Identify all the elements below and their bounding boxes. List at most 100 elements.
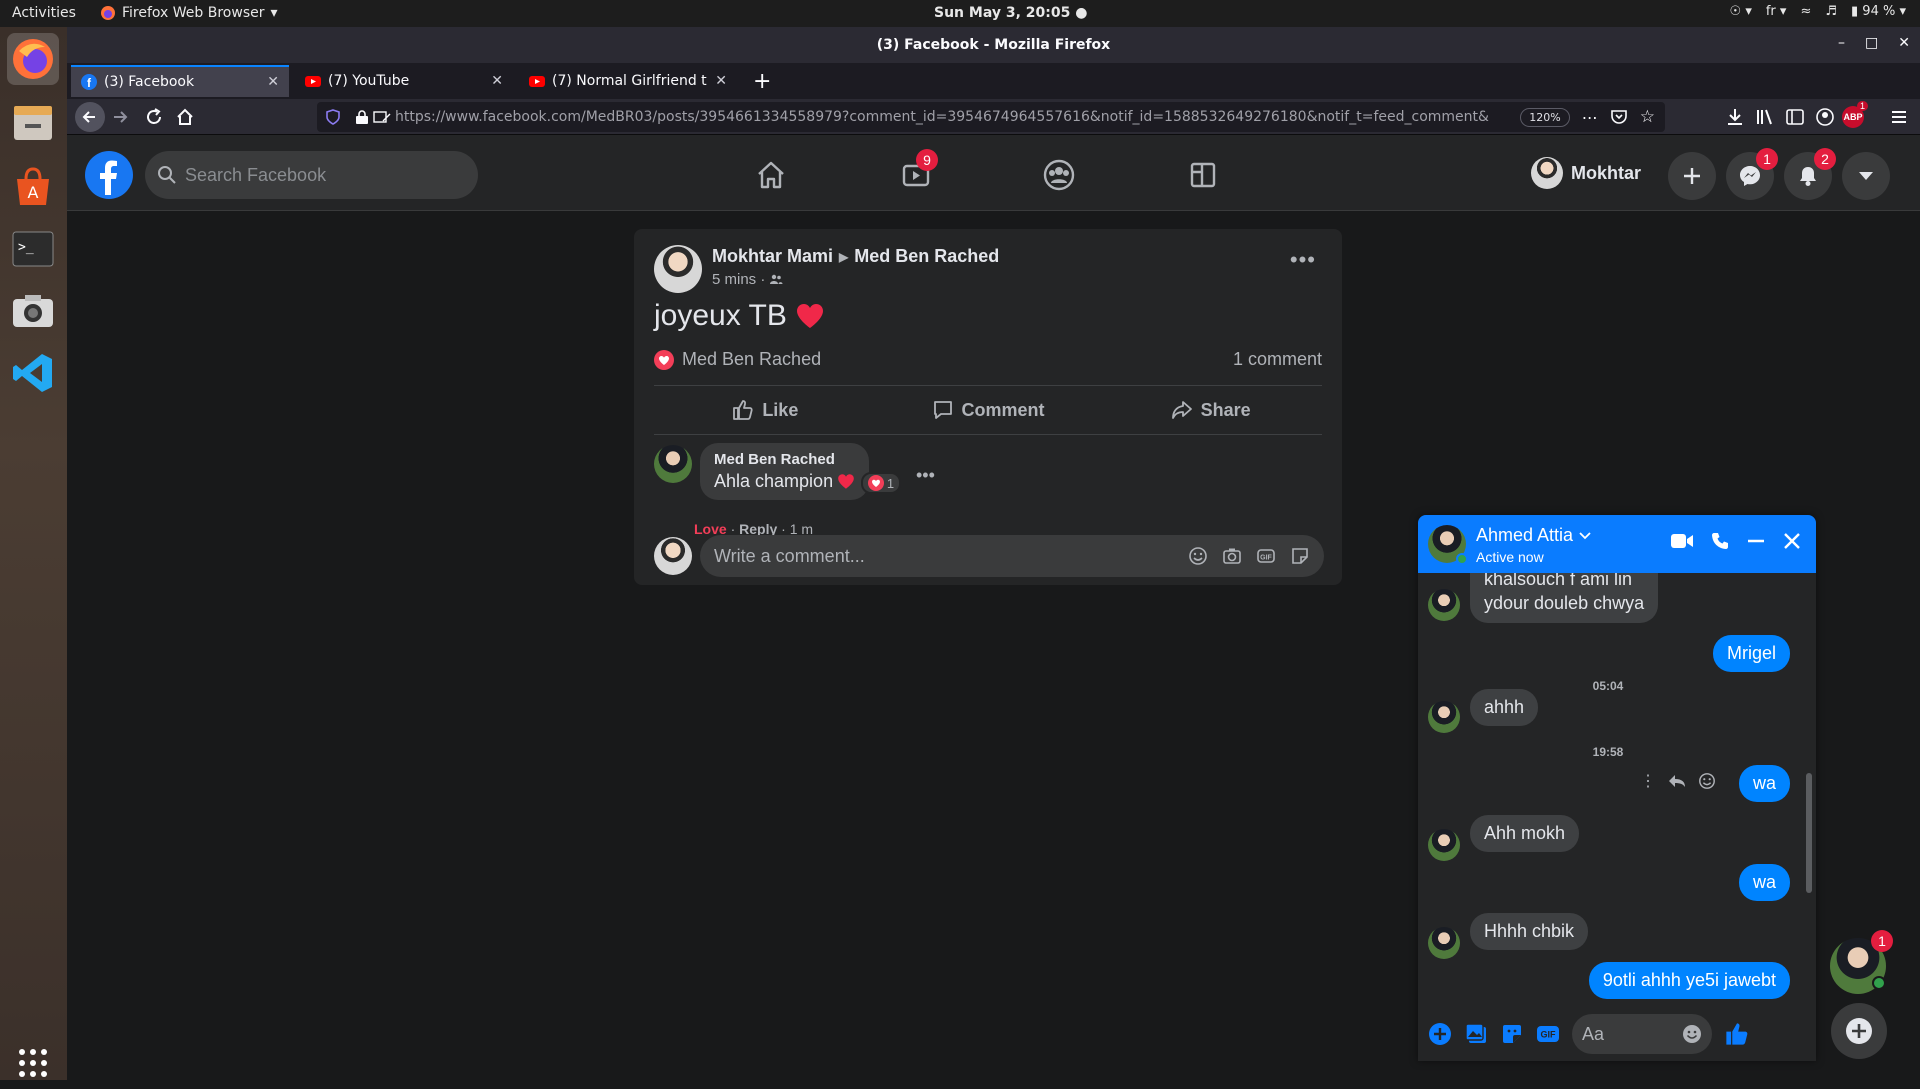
close-chat-icon[interactable] — [1782, 531, 1802, 551]
clock[interactable]: Sun May 3, 20:05 ● — [934, 5, 1087, 21]
bookmark-star-icon[interactable]: ☆ — [1640, 107, 1655, 127]
sticker-icon[interactable] — [1500, 1022, 1524, 1046]
commenter-name[interactable]: Med Ben Rached — [714, 451, 855, 468]
chat-contact-name[interactable]: Ahmed Attia — [1476, 525, 1591, 546]
new-tab-button[interactable]: + — [743, 65, 783, 97]
activities-button[interactable]: Activities — [12, 5, 76, 21]
gif-icon[interactable]: GIF — [1536, 1022, 1560, 1046]
chat-scrollbar[interactable] — [1806, 773, 1812, 893]
love-reaction-icon[interactable] — [654, 349, 674, 370]
share-button[interactable]: Share — [1099, 386, 1322, 434]
message-incoming[interactable]: khalsouch f ami lin ydour douleb chwya — [1470, 573, 1659, 623]
comment-count[interactable]: 1 comment — [1233, 349, 1322, 370]
chat-header[interactable]: Ahmed Attia Active now — [1418, 515, 1816, 573]
nav-watch-icon[interactable]: 9 — [896, 149, 938, 195]
chat-message-input[interactable] — [1582, 1023, 1682, 1045]
zoom-level-button[interactable]: 120% — [1520, 107, 1570, 127]
write-comment-box[interactable]: GIF — [700, 535, 1324, 577]
window-titlebar[interactable]: (3) Facebook - Mozilla Firefox – □ ✕ — [67, 27, 1920, 63]
tab-youtube-video[interactable]: (7) Normal Girlfriend trie ✕ — [519, 65, 737, 97]
post-target[interactable]: Med Ben Rached — [854, 246, 999, 267]
language-indicator[interactable]: fr ▾ — [1766, 4, 1787, 19]
forward-icon[interactable] — [110, 107, 130, 127]
url-bar[interactable]: https://www.facebook.com/MedBR03/posts/3… — [317, 102, 1665, 132]
camera-icon[interactable] — [1222, 546, 1242, 566]
accessibility-icon[interactable]: ☉ ▾ — [1730, 4, 1752, 19]
my-avatar[interactable] — [654, 537, 692, 575]
post-time[interactable]: 5 mins · — [712, 271, 765, 288]
reply-icon[interactable] — [1668, 774, 1686, 788]
minimize-chat-icon[interactable] — [1746, 531, 1766, 551]
show-applications-icon[interactable] — [7, 1037, 59, 1089]
chat-messages[interactable]: khalsouch f ami lin ydour douleb chwya M… — [1418, 573, 1816, 1007]
dock-screenshot-icon[interactable] — [7, 285, 59, 337]
commenter-avatar[interactable] — [654, 445, 692, 483]
new-message-button[interactable] — [1831, 1003, 1887, 1059]
like-button[interactable]: Like — [654, 386, 877, 434]
react-emoji-icon[interactable] — [1698, 772, 1716, 790]
chat-message-box[interactable] — [1572, 1014, 1712, 1054]
notifications-button[interactable]: 2 — [1784, 148, 1836, 200]
attach-photo-icon[interactable] — [1464, 1022, 1488, 1046]
sticker-icon[interactable] — [1290, 546, 1310, 566]
dock-vscode-icon[interactable] — [7, 347, 59, 399]
gif-icon[interactable]: GIF — [1256, 546, 1276, 566]
create-button[interactable] — [1668, 152, 1716, 200]
dock-files-icon[interactable] — [7, 97, 59, 149]
nav-groups-icon[interactable] — [1039, 155, 1079, 195]
comment-input[interactable] — [714, 545, 1188, 567]
close-tab-icon[interactable]: ✕ — [715, 73, 727, 89]
hamburger-menu-icon[interactable] — [1889, 107, 1909, 127]
account-icon[interactable] — [1815, 107, 1835, 127]
message-outgoing[interactable]: Mrigel — [1712, 635, 1790, 672]
post-author[interactable]: Mokhtar Mami — [712, 246, 833, 267]
nav-home-icon[interactable] — [751, 155, 791, 195]
minimize-window-icon[interactable]: – — [1838, 35, 1845, 51]
facebook-search-box[interactable] — [145, 151, 478, 199]
account-menu-button[interactable] — [1842, 152, 1890, 200]
lock-icon[interactable] — [355, 109, 369, 125]
friends-audience-icon[interactable] — [769, 274, 783, 286]
sidebar-icon[interactable] — [1785, 107, 1805, 127]
more-actions-plus-icon[interactable] — [1428, 1022, 1452, 1046]
comment-button[interactable]: Comment — [877, 386, 1100, 434]
tab-facebook[interactable]: f (3) Facebook ✕ — [71, 65, 289, 97]
video-call-icon[interactable] — [1670, 532, 1694, 550]
dock-terminal-icon[interactable]: >_ — [7, 223, 59, 275]
page-actions-icon[interactable]: ⋯ — [1582, 108, 1598, 127]
dock-firefox-icon[interactable] — [7, 33, 59, 85]
close-window-icon[interactable]: ✕ — [1898, 35, 1910, 51]
message-incoming[interactable]: Ahh mokh — [1470, 815, 1580, 852]
nav-gaming-icon[interactable] — [1183, 155, 1223, 195]
author-avatar[interactable] — [654, 245, 702, 293]
maximize-window-icon[interactable]: □ — [1865, 35, 1878, 51]
reload-icon[interactable] — [144, 107, 164, 127]
message-incoming[interactable]: Hhhh chbik — [1470, 913, 1589, 950]
app-menu[interactable]: Firefox Web Browser ▾ — [100, 5, 278, 21]
message-outgoing[interactable]: 9otli ahhh ye5i jawebt — [1588, 962, 1790, 999]
close-tab-icon[interactable]: ✕ — [267, 74, 279, 90]
home-icon[interactable] — [175, 107, 195, 127]
facebook-logo-icon[interactable] — [85, 151, 133, 199]
back-icon[interactable] — [75, 102, 105, 132]
comment-options-icon[interactable]: ••• — [916, 465, 935, 486]
send-like-icon[interactable] — [1724, 1021, 1750, 1047]
post-options-icon[interactable]: ••• — [1290, 247, 1316, 273]
emoji-icon[interactable] — [1682, 1023, 1702, 1045]
message-outgoing[interactable]: wa — [1738, 765, 1790, 802]
reactor-name[interactable]: Med Ben Rached — [682, 349, 821, 370]
system-tray[interactable]: ☉ ▾ fr ▾ ≈ ♬ ▮ 94 % ▾ — [1730, 4, 1906, 19]
message-incoming[interactable]: ahhh — [1470, 689, 1539, 726]
profile-shortcut[interactable]: Mokhtar — [1531, 157, 1641, 189]
messenger-button[interactable]: 1 — [1726, 148, 1778, 200]
downloads-icon[interactable] — [1725, 107, 1745, 127]
phone-call-icon[interactable] — [1710, 531, 1730, 551]
emoji-icon[interactable] — [1188, 546, 1208, 566]
message-outgoing[interactable]: wa — [1738, 864, 1790, 901]
search-input[interactable] — [185, 164, 455, 186]
library-icon[interactable] — [1755, 107, 1775, 127]
close-tab-icon[interactable]: ✕ — [491, 73, 503, 89]
tab-youtube[interactable]: (7) YouTube ✕ — [295, 65, 513, 97]
comment-reaction-count[interactable]: 1 — [860, 472, 902, 494]
more-options-icon[interactable]: ⋮ — [1640, 771, 1656, 791]
